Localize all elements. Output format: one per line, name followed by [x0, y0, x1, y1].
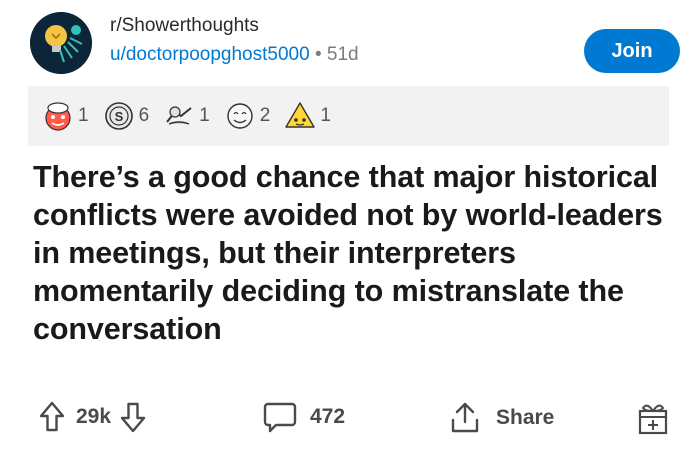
- comment-count: 472: [310, 405, 346, 428]
- share-button[interactable]: Share: [448, 400, 554, 436]
- wholesome-award-icon: [45, 102, 71, 131]
- meta-separator: •: [314, 44, 322, 65]
- awards-bar[interactable]: 1 S 6 1 2 1: [28, 86, 669, 146]
- subreddit-name[interactable]: r/Showerthoughts: [110, 14, 359, 38]
- author-name[interactable]: u/doctorpoopghost5000: [110, 44, 310, 65]
- vote-count: 29k: [76, 405, 112, 428]
- comments-button[interactable]: 472: [262, 400, 345, 434]
- downvote-arrow-icon[interactable]: [119, 400, 147, 434]
- award-count: 1: [320, 105, 331, 126]
- share-label: Share: [496, 406, 555, 429]
- award-wholesome[interactable]: 1: [40, 98, 89, 134]
- gold-award-icon: [285, 102, 316, 128]
- share-icon: [451, 402, 479, 433]
- vote-control: 29k: [38, 400, 147, 434]
- award-count: 6: [138, 105, 150, 126]
- award-gift-button[interactable]: [635, 398, 671, 438]
- post-age: 51d: [326, 44, 359, 65]
- ally-award-icon: [227, 103, 253, 129]
- svg-text:S: S: [114, 109, 123, 124]
- award-gold[interactable]: 1: [282, 98, 331, 134]
- comment-bubble-icon: [263, 402, 297, 433]
- award-count: 1: [78, 105, 89, 126]
- award-count: 1: [199, 105, 210, 126]
- join-button[interactable]: Join: [584, 29, 680, 73]
- post-header: r/Showerthoughts u/doctorpoopghost5000 •…: [30, 12, 680, 76]
- action-bar: 29k 472 Share: [30, 396, 680, 446]
- award-silver[interactable]: S 6: [101, 98, 150, 134]
- post-meta: r/Showerthoughts u/doctorpoopghost5000 •…: [110, 14, 359, 68]
- helpful-award-icon: [166, 106, 192, 125]
- subreddit-avatar-icon[interactable]: [30, 12, 92, 74]
- award-ally[interactable]: 2: [222, 98, 271, 134]
- silver-coin-award-icon: S: [104, 102, 133, 130]
- gift-award-icon: [638, 404, 668, 435]
- author-line: u/doctorpoopghost5000 • 51d: [110, 42, 359, 68]
- award-count: 2: [259, 105, 271, 126]
- post-title[interactable]: There’s a good chance that major histori…: [33, 158, 683, 348]
- award-helpful[interactable]: 1: [161, 98, 210, 134]
- upvote-arrow-icon[interactable]: [38, 400, 66, 434]
